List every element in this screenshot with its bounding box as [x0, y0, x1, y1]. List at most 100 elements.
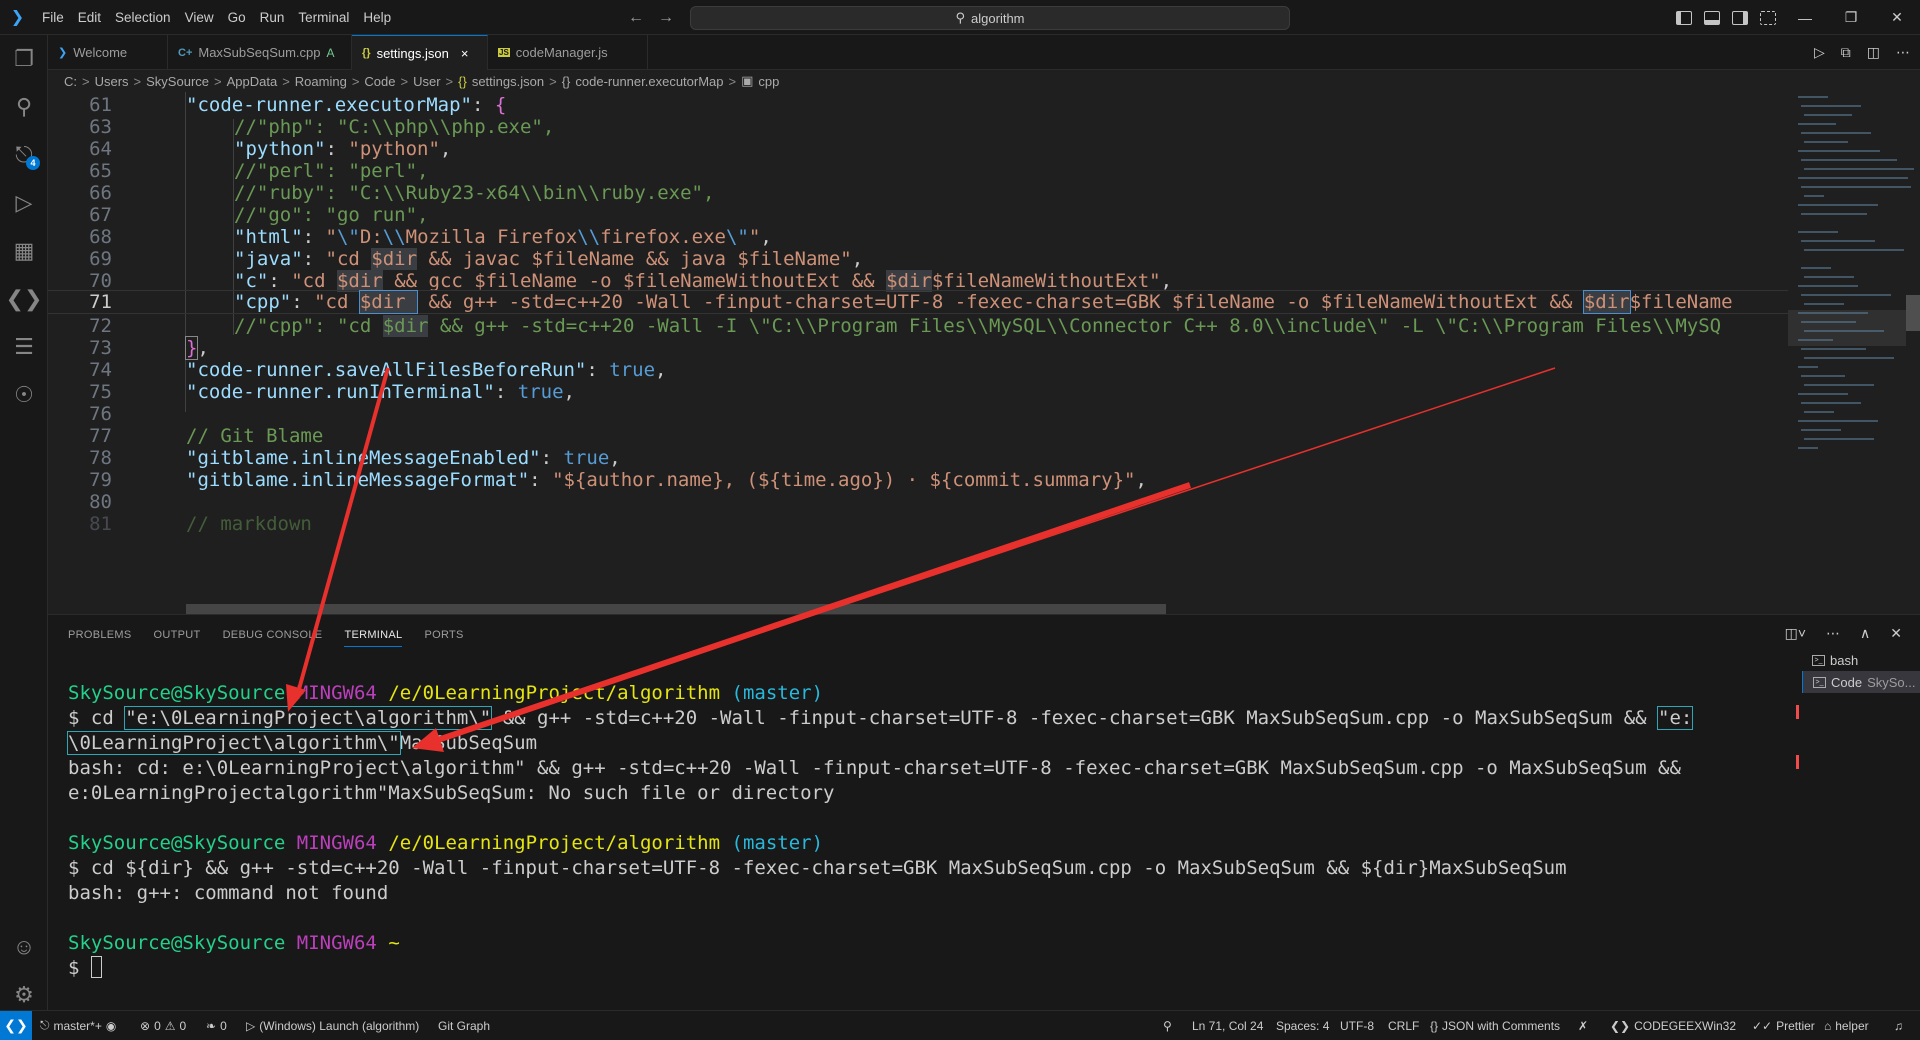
more-actions-icon[interactable]: ⋯: [1826, 625, 1840, 642]
helper-status[interactable]: ⌂ helper: [1824, 1011, 1869, 1040]
git-graph-icon[interactable]: ☰: [0, 323, 48, 371]
explorer-icon[interactable]: ❐: [0, 35, 48, 83]
tab-maxsubseqsum-cpp[interactable]: C+ MaxSubSeqSum.cpp A: [168, 35, 352, 70]
run-code-icon[interactable]: ▷: [1814, 44, 1825, 61]
terminal-highlight: "e:\0LearningProject\algorithm\": [124, 706, 493, 730]
toggle-panel-icon[interactable]: [1704, 10, 1720, 25]
menu-run[interactable]: Run: [253, 0, 292, 35]
tab-codemanager-js[interactable]: JS codeManager.js: [488, 35, 648, 70]
horizontal-scrollbar[interactable]: [186, 604, 1166, 614]
minimap[interactable]: [1788, 92, 1920, 614]
minimap-line: [1798, 420, 1878, 422]
menu-bar: File Edit Selection View Go Run Terminal…: [35, 0, 398, 35]
extensions-icon[interactable]: ▦: [0, 227, 48, 275]
more-actions-icon[interactable]: ⋯: [1896, 44, 1910, 61]
copilot-off-icon[interactable]: ✗: [1578, 1011, 1588, 1040]
toggle-sidebar-icon[interactable]: [1676, 10, 1692, 25]
maximize-panel-icon[interactable]: ∧: [1860, 625, 1870, 642]
tab-welcome[interactable]: ❯ Welcome: [48, 35, 168, 70]
minimap-line: [1798, 123, 1836, 125]
remote-indicator-icon[interactable]: ❮❯: [0, 1011, 32, 1040]
close-tab-icon[interactable]: ×: [461, 46, 469, 61]
split-terminal-icon[interactable]: ◫˅: [1785, 625, 1806, 642]
terminal-output[interactable]: SkySource@SkySource MINGW64 /e/0Learning…: [67, 681, 1808, 1001]
remote-explorer-icon[interactable]: ❮❯: [0, 275, 48, 323]
terminal-icon: >_: [1812, 654, 1825, 666]
terminal-decoration-mark: [1796, 755, 1799, 769]
accounts-icon[interactable]: ☺: [0, 923, 48, 971]
terminal-item-bash[interactable]: >_ bash: [1802, 649, 1920, 671]
notifications-bell-icon[interactable]: ♫: [1894, 1011, 1903, 1040]
line-number: 81: [89, 513, 112, 535]
prettier-status[interactable]: ✓✓ Prettier: [1752, 1011, 1815, 1040]
indentation-status[interactable]: Spaces: 4: [1276, 1011, 1329, 1040]
breadcrumb-item[interactable]: Roaming: [295, 74, 347, 89]
encoding-status[interactable]: UTF-8: [1340, 1011, 1374, 1040]
command-center-search[interactable]: ⚲ algorithm: [690, 6, 1290, 30]
breadcrumb-item[interactable]: cpp: [758, 74, 779, 89]
breadcrumb-item[interactable]: AppData: [227, 74, 278, 89]
customize-layout-icon[interactable]: [1760, 10, 1776, 25]
terminal-input-line[interactable]: $: [68, 956, 102, 981]
tab-terminal[interactable]: TERMINAL: [344, 629, 403, 647]
tab-settings-json[interactable]: {} settings.json ×: [352, 35, 488, 70]
tab-problems[interactable]: PROBLEMS: [68, 629, 132, 641]
tab-output[interactable]: OUTPUT: [154, 629, 201, 641]
toggle-secondary-sidebar-icon[interactable]: [1732, 10, 1748, 25]
breadcrumb-item[interactable]: code-runner.executorMap: [575, 74, 723, 89]
breadcrumb-item[interactable]: User: [413, 74, 440, 89]
problems-status[interactable]: ⊗ 0 ⚠ 0: [140, 1011, 186, 1040]
command-center-label: algorithm: [971, 10, 1025, 26]
codegeex-icon[interactable]: ☉: [0, 371, 48, 419]
tab-label: codeManager.js: [515, 45, 608, 60]
cursor-position[interactable]: Ln 71, Col 24: [1192, 1011, 1263, 1040]
menu-selection[interactable]: Selection: [108, 0, 178, 35]
close-window-icon[interactable]: ✕: [1874, 0, 1920, 35]
tab-ports[interactable]: PORTS: [424, 629, 463, 641]
prompt-shell: MINGW64: [296, 682, 377, 704]
open-settings-ui-icon[interactable]: ⧉: [1841, 44, 1851, 61]
minimap-line: [1798, 96, 1828, 98]
back-arrow-icon[interactable]: ←: [628, 9, 644, 27]
tab-debug-console[interactable]: DEBUG CONSOLE: [223, 629, 323, 641]
prompt-shell: MINGW64: [296, 832, 377, 854]
debug-launch-status[interactable]: ▷ (Windows) Launch (algorithm): [246, 1011, 419, 1040]
terminal-icon: >_: [1813, 676, 1826, 688]
chevron-right-icon: >: [549, 73, 557, 89]
menu-view[interactable]: View: [178, 0, 221, 35]
platform-status[interactable]: Win32: [1702, 1011, 1736, 1040]
breadcrumb-item[interactable]: SkySource: [146, 74, 209, 89]
code-editor[interactable]: 61 "code-runner.executorMap": { 63//"php"…: [48, 92, 1788, 614]
terminal-error: bash: cd: e:\0LearningProject\algorithm"…: [68, 757, 1681, 779]
breadcrumb-item[interactable]: Users: [95, 74, 129, 89]
source-control-icon[interactable]: ⎋ 4: [0, 131, 48, 179]
close-panel-icon[interactable]: ✕: [1890, 625, 1902, 642]
codegeex-status[interactable]: ❮❯ CODEGEEX: [1610, 1011, 1702, 1040]
menu-help[interactable]: Help: [356, 0, 398, 35]
run-debug-icon[interactable]: ▷: [0, 179, 48, 227]
chevron-right-icon: >: [351, 73, 360, 89]
vertical-scrollbar[interactable]: [1906, 295, 1920, 331]
breadcrumb-item[interactable]: settings.json: [472, 74, 544, 89]
navigation-arrows: ← →: [628, 0, 674, 35]
search-icon[interactable]: ⚲: [0, 83, 48, 131]
location-pin-icon[interactable]: ⚲: [1163, 1011, 1172, 1040]
language-mode[interactable]: {} JSON with Comments: [1430, 1011, 1560, 1040]
minimize-icon[interactable]: —: [1782, 0, 1828, 35]
ports-count: 0: [220, 1018, 227, 1033]
forward-arrow-icon[interactable]: →: [658, 9, 674, 27]
menu-go[interactable]: Go: [221, 0, 253, 35]
restore-icon[interactable]: ❐: [1828, 0, 1874, 35]
minimap-line: [1798, 177, 1908, 179]
ports-status[interactable]: ❧ 0: [206, 1011, 227, 1040]
breadcrumb-item[interactable]: C:: [64, 74, 77, 89]
menu-terminal[interactable]: Terminal: [291, 0, 356, 35]
menu-file[interactable]: File: [35, 0, 71, 35]
branch-status[interactable]: ⎋ master*+ ◉: [40, 1011, 116, 1040]
split-editor-icon[interactable]: ◫: [1867, 44, 1880, 61]
git-graph-status[interactable]: Git Graph: [438, 1011, 490, 1040]
breadcrumb-item[interactable]: Code: [364, 74, 395, 89]
eol-status[interactable]: CRLF: [1388, 1011, 1419, 1040]
terminal-item-code[interactable]: >_ Code SkySo...: [1802, 671, 1920, 693]
menu-edit[interactable]: Edit: [71, 0, 108, 35]
